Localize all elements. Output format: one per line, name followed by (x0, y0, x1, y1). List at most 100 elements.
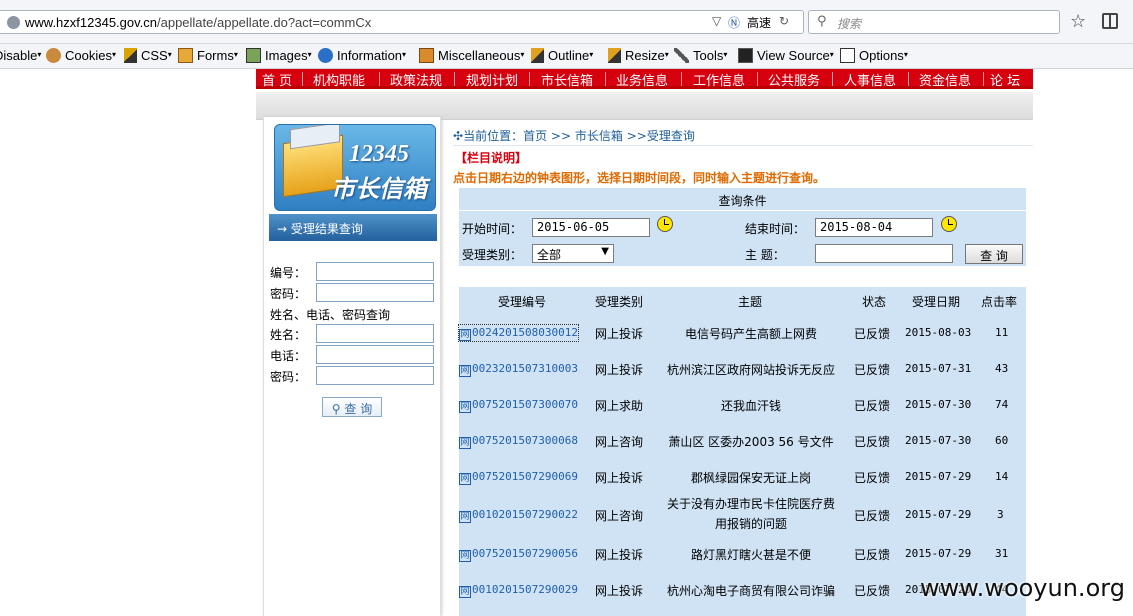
id-input[interactable] (316, 262, 434, 281)
nav-mayor-mailbox[interactable]: 市长信箱 (541, 70, 593, 89)
start-time-label: 开始时间： (462, 222, 523, 236)
search-input[interactable]: ⚲ 搜索 (808, 10, 1060, 34)
web-icon: 网 (459, 473, 471, 485)
table-cell-subject: 还我血汗钱 (720, 399, 781, 413)
breadcrumb-mailbox[interactable]: 市长信箱 (575, 129, 623, 143)
header-band (256, 92, 1033, 120)
nav-forum[interactable]: 论 坛 (990, 70, 1020, 89)
toolbar-disable[interactable]: Disable▾ (0, 48, 41, 63)
nav-policies[interactable]: 政策法规 (390, 70, 442, 89)
query-panel: 查询条件 开始时间： 2015-06-05 结束时间： 2015-08-04 受… (459, 188, 1026, 266)
start-date-input[interactable]: 2015-06-05 (532, 218, 650, 237)
nav-personnel[interactable]: 人事信息 (844, 70, 896, 89)
col-header-date: 受理日期 (912, 295, 961, 309)
label-name: 姓名： (270, 328, 307, 342)
pencil-icon (608, 48, 621, 63)
search-icon: ⚲ (817, 14, 827, 29)
bookmark-star-icon[interactable]: ☆ (1070, 11, 1086, 32)
speed-mode-label[interactable]: 高速 (747, 14, 771, 31)
mayor-mailbox-logo[interactable]: 12345 市长信箱 (274, 124, 436, 211)
location-icon: ✣ (453, 129, 464, 143)
nav-funds[interactable]: 资金信息 (919, 70, 971, 89)
nav-functions[interactable]: 机构职能 (313, 70, 365, 89)
col-header-type: 受理类别 (595, 295, 644, 309)
table-cell-subject: 电信号码产生高额上网费 (684, 327, 817, 341)
nav-divider (908, 72, 909, 86)
clipboard-icon (178, 48, 193, 63)
table-row-id-link[interactable]: 网 0075201507300068 (459, 433, 578, 449)
col-header-clicks: 点击率 (981, 295, 1018, 309)
table-row-id-link[interactable]: 网 0010201507290022 (459, 507, 578, 523)
table-cell-subject: 杭州滨江区政府网站投诉无反应 (666, 363, 835, 377)
table-row-id-link[interactable]: 网 0010201507290029 (459, 582, 578, 598)
url-text: www.hzxf12345.gov.cn/appellate/appellate… (25, 15, 372, 30)
toolbar-miscellaneous[interactable]: Miscellaneous▾ (419, 48, 524, 63)
label-password: 密码： (270, 287, 307, 301)
dropdown-arrow-icon[interactable]: ▽ (712, 14, 721, 28)
table-cell-subject: 杭州心淘电子商贸有限公司诈骗 (666, 584, 835, 598)
toolbar-options[interactable]: Options▾ (840, 48, 908, 63)
nav-work[interactable]: 工作信息 (693, 70, 745, 89)
table-row-id-link[interactable]: 网 0075201507300070 (459, 397, 578, 413)
nav-business[interactable]: 业务信息 (616, 70, 668, 89)
table-cell-date: 2015-07-29 (905, 508, 972, 521)
watermark: www.wooyun.org (920, 574, 1125, 602)
sidebar-query-button[interactable]: ⚲ 查 询 (322, 397, 382, 417)
url-input[interactable]: www.hzxf12345.gov.cn/appellate/appellate… (0, 10, 804, 34)
sidebar: 12345 市长信箱 → 受理结果查询 编号： 密码： 姓名、电话、密码查询 姓… (263, 117, 441, 616)
table-cell-status: 已反馈 (854, 509, 891, 523)
table-row-id-link[interactable]: 网 0023201507310003 (459, 361, 578, 377)
nav-divider (681, 72, 682, 86)
table-cell-type: 网上投诉 (595, 584, 644, 598)
end-date-input[interactable]: 2015-08-04 (815, 218, 933, 237)
query-header: 查询条件 (459, 188, 1026, 211)
toolbar-css[interactable]: CSS▾ (124, 48, 172, 63)
table-cell-clicks: 60 (995, 434, 1009, 447)
table-row-id-link[interactable]: 网 0075201507290056 (459, 546, 578, 562)
query-button[interactable]: 查 询 (965, 244, 1023, 264)
nav-divider (302, 72, 303, 86)
reading-list-icon[interactable] (1102, 13, 1118, 29)
toolbar-tools[interactable]: Tools▾ (674, 48, 727, 63)
logo-number: 12345 (349, 141, 409, 167)
password-input[interactable] (316, 283, 434, 302)
toolbar-outline[interactable]: Outline▾ (531, 48, 593, 63)
nav-plans[interactable]: 规划计划 (466, 70, 518, 89)
toolbar-resize[interactable]: Resize▾ (608, 48, 669, 63)
globe-icon (7, 16, 20, 29)
web-icon: 网 (459, 586, 471, 598)
nav-divider (529, 72, 530, 86)
toolbar-cookies[interactable]: Cookies▾ (46, 48, 116, 63)
table-cell-subject: 萧山区 区委办2003 56 号文件 (668, 435, 834, 449)
clock-icon[interactable] (657, 216, 673, 232)
name-input[interactable] (316, 324, 434, 343)
phone-input[interactable] (316, 345, 434, 364)
toolbar-information[interactable]: Information▾ (318, 48, 406, 63)
table-cell-status: 已反馈 (854, 399, 891, 413)
table-cell-date: 2015-07-29 (905, 470, 972, 483)
refresh-icon[interactable]: ↻ (779, 14, 789, 28)
toolbar-view-source[interactable]: View Source▾ (738, 48, 834, 63)
nav-divider (379, 72, 380, 86)
breadcrumb-divider (453, 145, 1033, 146)
type-select[interactable]: 全部 ▼ (532, 244, 614, 263)
speed-mode-icon[interactable]: Ⓝ (728, 14, 740, 31)
col-header-id: 受理编号 (498, 295, 547, 309)
clock-icon[interactable] (941, 216, 957, 232)
nav-public-service[interactable]: 公共服务 (768, 70, 820, 89)
subject-input[interactable] (815, 244, 953, 263)
type-label: 受理类别： (462, 248, 523, 262)
table-cell-status: 已反馈 (854, 327, 891, 341)
col-header-status: 状态 (862, 295, 887, 309)
breadcrumb-home[interactable]: 首页 (523, 129, 547, 143)
table-row-id-link[interactable]: 网 0024201508030012 (458, 324, 579, 342)
password-input-2[interactable] (316, 366, 434, 385)
breadcrumb: ✣当前位置：首页 >> 市长信箱 >>受理查询 (453, 129, 695, 143)
toolbar-images[interactable]: Images▾ (246, 48, 312, 63)
table-cell-subject: 关于没有办理市民卡住院医疗费 用报销的问题 (666, 497, 835, 531)
nav-home[interactable]: 首 页 (262, 70, 292, 89)
table-row-id-link[interactable]: 网 0075201507290069 (459, 469, 578, 485)
toolbar-forms[interactable]: Forms▾ (178, 48, 238, 63)
table-cell-date: 2015-07-31 (905, 362, 972, 375)
web-developer-toolbar: Disable▾ Cookies▾ CSS▾ Forms▾ Images▾ In… (0, 44, 1133, 69)
